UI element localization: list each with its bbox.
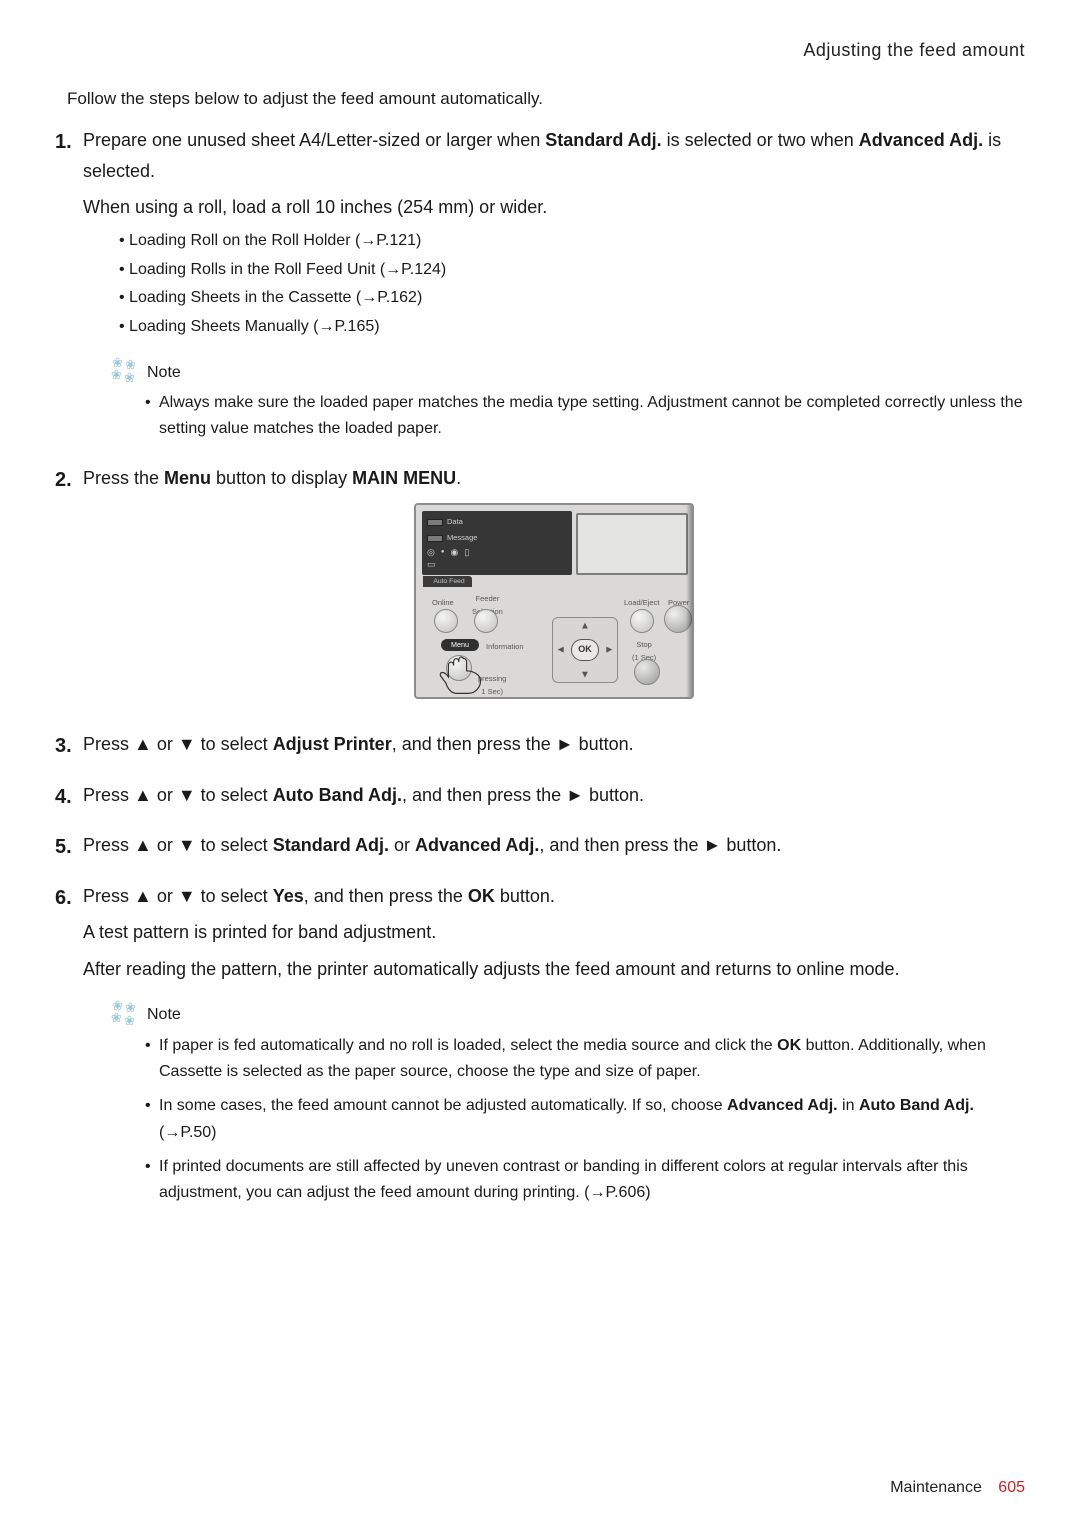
s6-n2e: (→P.50)	[159, 1124, 217, 1141]
s2-t2: Menu	[164, 468, 211, 488]
s5-t1: Press ▲ or ▼ to select	[83, 835, 273, 855]
footer: Maintenance 605	[890, 1479, 1025, 1497]
s6-l2: A test pattern is printed for band adjus…	[83, 917, 1025, 948]
s6-n1b: OK	[777, 1037, 801, 1054]
printer-panel-figure: Data Message ◎●◉▯ ▭ Auto Feed Online Fee…	[414, 503, 694, 699]
s6-note-item2: In some cases, the feed amount cannot be…	[145, 1093, 1025, 1146]
fig-stop-button	[634, 659, 660, 685]
s6-l3: After reading the pattern, the printer a…	[83, 954, 1025, 985]
fig-dpad: ▲ ◄ ► ▼ OK	[552, 617, 618, 683]
fig-feeder-button	[474, 609, 498, 633]
figure-wrap: Data Message ◎●◉▯ ▭ Auto Feed Online Fee…	[83, 503, 1025, 709]
fig-info-label: Information	[486, 641, 524, 654]
fig-menu-pill: Menu	[441, 639, 479, 651]
page: Adjusting the feed amount Follow the ste…	[0, 0, 1080, 1527]
s6-n2d: Auto Band Adj.	[859, 1097, 974, 1114]
fig-hand-icon	[438, 655, 490, 697]
step-2: Press the Menu button to display MAIN ME…	[55, 463, 1025, 709]
fig-autofeed: Auto Feed	[423, 576, 472, 587]
intro-text: Follow the steps below to adjust the fee…	[67, 89, 1025, 109]
s6-t2: Yes	[273, 886, 304, 906]
s5-t2: Standard Adj.	[273, 835, 389, 855]
fig-load-label: Load/Eject	[624, 597, 659, 610]
step-5: Press ▲ or ▼ to select Standard Adj. or …	[55, 830, 1025, 861]
s6-t3: , and then press the	[304, 886, 468, 906]
s1-note-items: Always make sure the loaded paper matche…	[145, 390, 1025, 443]
s1-b2: Loading Rolls in the Roll Feed Unit (→P.…	[119, 256, 1025, 285]
s6-n1a: If paper is fed automatically and no rol…	[159, 1037, 777, 1054]
fig-lcd: Data Message ◎●◉▯ ▭	[422, 511, 572, 575]
fig-data: Data	[447, 516, 463, 529]
s3-t3: , and then press the ► button.	[392, 734, 634, 754]
fig-online-button	[434, 609, 458, 633]
s2-t5: .	[456, 468, 461, 488]
step-1: Prepare one unused sheet A4/Letter-sized…	[55, 125, 1025, 443]
s6-n2a: In some cases, the feed amount cannot be…	[159, 1097, 727, 1114]
s1-note-label: Note	[147, 359, 181, 386]
s6-n2b: Advanced Adj.	[727, 1097, 838, 1114]
note-icon: ❀❀ ❀❀	[111, 356, 145, 386]
s1-b3: Loading Sheets in the Cassette (→P.162)	[119, 284, 1025, 313]
s6-t4: OK	[468, 886, 495, 906]
footer-label: Maintenance	[890, 1479, 982, 1496]
s1-bullets: Loading Roll on the Roll Holder (→P.121)…	[119, 227, 1025, 342]
s1-line2: When using a roll, load a roll 10 inches…	[83, 192, 1025, 223]
s2-t4: MAIN MENU	[352, 468, 456, 488]
s4-t1: Press ▲ or ▼ to select	[83, 785, 273, 805]
s2-t1: Press the	[83, 468, 164, 488]
note-icon: ❀❀ ❀❀	[111, 999, 145, 1029]
s4-t3: , and then press the ► button.	[402, 785, 644, 805]
s1-l1d: Advanced Adj.	[859, 130, 983, 150]
fig-message: Message	[447, 532, 477, 545]
fig-load-button	[630, 609, 654, 633]
s6-t5: button.	[495, 886, 555, 906]
s5-t5: , and then press the ► button.	[539, 835, 781, 855]
fig-lcd-screen	[576, 513, 688, 575]
s6-note-items: If paper is fed automatically and no rol…	[145, 1033, 1025, 1207]
step-6: Press ▲ or ▼ to select Yes, and then pre…	[55, 881, 1025, 1207]
s3-t2: Adjust Printer	[273, 734, 392, 754]
s1-l1a: Prepare one unused sheet A4/Letter-sized…	[83, 130, 545, 150]
s6-t1: Press ▲ or ▼ to select	[83, 886, 273, 906]
s1-note-item1: Always make sure the loaded paper matche…	[145, 390, 1025, 443]
s6-n2c: in	[838, 1097, 859, 1114]
s2-t3: button to display	[211, 468, 352, 488]
s5-t3: or	[389, 835, 415, 855]
s1-l1b: Standard Adj.	[545, 130, 661, 150]
s6-note: ❀❀ ❀❀ Note If paper is fed automatically…	[111, 999, 1025, 1207]
fig-online-label: Online	[432, 597, 454, 610]
s6-note-item1: If paper is fed automatically and no rol…	[145, 1033, 1025, 1086]
header-title: Adjusting the feed amount	[55, 40, 1025, 61]
fig-ok-button: OK	[571, 639, 599, 661]
s1-note: ❀❀ ❀❀ Note Always make sure the loaded p…	[111, 356, 1025, 443]
s4-t2: Auto Band Adj.	[273, 785, 402, 805]
s1-b4: Loading Sheets Manually (→P.165)	[119, 313, 1025, 342]
s1-l1c: is selected or two when	[662, 130, 859, 150]
s5-t4: Advanced Adj.	[415, 835, 539, 855]
s1-b1: Loading Roll on the Roll Holder (→P.121)	[119, 227, 1025, 256]
s6-note-label: Note	[147, 1001, 181, 1028]
footer-page-number: 605	[998, 1479, 1025, 1496]
steps-list: Prepare one unused sheet A4/Letter-sized…	[55, 125, 1025, 1207]
step-4: Press ▲ or ▼ to select Auto Band Adj., a…	[55, 780, 1025, 811]
s6-note-item3: If printed documents are still affected …	[145, 1154, 1025, 1207]
s3-t1: Press ▲ or ▼ to select	[83, 734, 273, 754]
step-3: Press ▲ or ▼ to select Adjust Printer, a…	[55, 729, 1025, 760]
